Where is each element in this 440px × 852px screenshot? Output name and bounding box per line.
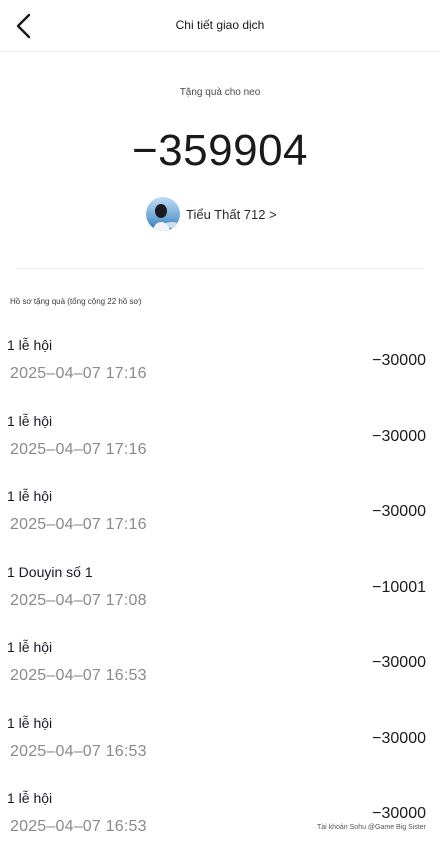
record-time: 2025–04–07 16:53 — [10, 743, 147, 760]
avatar — [146, 197, 180, 231]
page-title: Chi tiết giao dịch — [175, 18, 265, 32]
record-time: 2025–04–07 16:53 — [10, 667, 147, 684]
record-amount: −30000 — [372, 805, 426, 822]
list-item[interactable]: 1 Douyin số 1 2025–04–07 17:08 −10001 — [0, 564, 440, 626]
top-bar: Chi tiết giao dịch — [0, 0, 440, 52]
transaction-amount: −359904 — [131, 126, 309, 175]
divider — [16, 268, 424, 269]
records-header: Hồ sơ tặng quà (tổng cộng 22 hồ sơ) — [10, 297, 142, 306]
record-time: 2025–04–07 17:08 — [10, 592, 147, 609]
record-amount: −30000 — [372, 654, 426, 671]
list-item[interactable]: 1 lễ hội 2025–04–07 17:16 −30000 — [0, 413, 440, 475]
transaction-type: Tặng quà cho neo — [179, 87, 261, 98]
record-title: 1 lễ hội — [7, 337, 53, 353]
watermark-text: Tài khoản Sohu @Game Big Sister — [316, 824, 426, 831]
record-time: 2025–04–07 16:53 — [10, 818, 147, 835]
record-amount: −30000 — [372, 730, 426, 747]
record-title: 1 lễ hội — [7, 413, 53, 429]
record-time: 2025–04–07 17:16 — [10, 441, 147, 458]
record-title: 1 lễ hội — [7, 790, 53, 806]
record-amount: −30000 — [372, 428, 426, 445]
recipient-name: Tiểu Thất 712 > — [186, 206, 277, 222]
list-item[interactable]: 1 lễ hội 2025–04–07 16:53 −30000 — [0, 715, 440, 777]
record-title: 1 Douyin số 1 — [7, 564, 93, 580]
recipient-link[interactable]: Tiểu Thất 712 > — [146, 196, 277, 232]
list-item[interactable]: 1 lễ hội 2025–04–07 17:16 −30000 — [0, 337, 440, 399]
record-time: 2025–04–07 17:16 — [10, 516, 147, 533]
list-item[interactable]: 1 lễ hội 2025–04–07 17:16 −30000 — [0, 488, 440, 550]
record-amount: −30000 — [372, 352, 426, 369]
record-title: 1 lễ hội — [7, 715, 53, 731]
list-item[interactable]: 1 lễ hội 2025–04–07 16:53 −30000 — [0, 790, 440, 852]
list-item[interactable]: 1 lễ hội 2025–04–07 16:53 −30000 — [0, 639, 440, 701]
record-title: 1 lễ hội — [7, 488, 53, 504]
record-title: 1 lễ hội — [7, 639, 53, 655]
record-amount: −30000 — [372, 503, 426, 520]
record-amount: −10001 — [372, 579, 426, 596]
record-time: 2025–04–07 17:16 — [10, 365, 147, 382]
